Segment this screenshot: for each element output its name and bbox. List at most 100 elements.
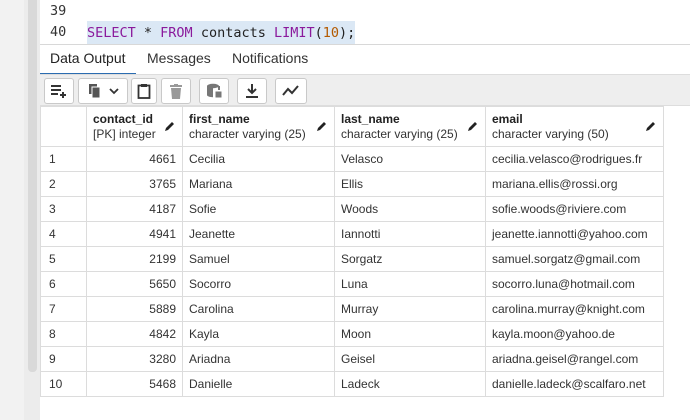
row-number[interactable]: 9 xyxy=(40,346,87,372)
keyword-from: FROM xyxy=(160,25,193,41)
cell-first-name[interactable]: Sofie xyxy=(182,196,335,222)
cell-contact-id[interactable]: 4187 xyxy=(86,196,183,222)
row-number[interactable]: 1 xyxy=(40,146,87,172)
cell-contact-id[interactable]: 5650 xyxy=(86,271,183,297)
row-number[interactable]: 10 xyxy=(40,371,87,397)
cell-email[interactable]: cecilia.velasco@rodrigues.fr xyxy=(485,146,664,172)
token-limit-value: 10 xyxy=(322,25,340,41)
table-row[interactable]: 2 3765 Mariana Ellis mariana.ellis@rossi.org xyxy=(40,171,664,197)
row-number[interactable]: 3 xyxy=(40,196,87,222)
line-number: 39 xyxy=(50,3,67,19)
cell-email[interactable]: sofie.woods@riviere.com xyxy=(485,196,664,222)
graph-visualiser-button[interactable] xyxy=(275,78,307,104)
cell-last-name[interactable]: Moon xyxy=(334,321,486,347)
graph-icon xyxy=(282,85,299,96)
download-icon xyxy=(246,84,258,98)
cell-first-name[interactable]: Samuel xyxy=(182,246,335,272)
add-row-button[interactable] xyxy=(44,78,74,104)
cell-last-name[interactable]: Geisel xyxy=(334,346,486,372)
column-header-first-name[interactable]: first_name character varying (25) xyxy=(182,106,335,147)
data-output-grid: contact_id [PK] integer first_name chara… xyxy=(40,106,664,397)
paste-button[interactable] xyxy=(131,78,157,104)
cell-first-name[interactable]: Kayla xyxy=(182,321,335,347)
row-number[interactable]: 2 xyxy=(40,171,87,197)
tab-data-output[interactable]: Data Output xyxy=(40,45,136,75)
dropdown-chevron-icon[interactable] xyxy=(109,87,119,95)
cell-contact-id[interactable]: 4941 xyxy=(86,221,183,247)
row-number[interactable]: 8 xyxy=(40,321,87,347)
cell-contact-id[interactable]: 2199 xyxy=(86,246,183,272)
code-line-40: 40 SELECT * FROM contacts LIMIT(10); xyxy=(40,21,690,45)
delete-button[interactable] xyxy=(161,78,191,104)
column-name: last_name xyxy=(341,111,400,126)
cell-email[interactable]: danielle.ladeck@scalfaro.net xyxy=(485,371,664,397)
pencil-icon[interactable] xyxy=(316,120,328,132)
cell-contact-id[interactable]: 3765 xyxy=(86,171,183,197)
code-line-39: 39 xyxy=(40,0,690,22)
row-number[interactable]: 6 xyxy=(40,271,87,297)
cell-contact-id[interactable]: 3280 xyxy=(86,346,183,372)
table-row[interactable]: 3 4187 Sofie Woods sofie.woods@riviere.com xyxy=(40,196,664,222)
cell-last-name[interactable]: Velasco xyxy=(334,146,486,172)
row-number[interactable]: 7 xyxy=(40,296,87,322)
cell-last-name[interactable]: Sorgatz xyxy=(334,246,486,272)
column-header-last-name[interactable]: last_name character varying (25) xyxy=(334,106,486,147)
cell-first-name[interactable]: Carolina xyxy=(182,296,335,322)
cell-last-name[interactable]: Murray xyxy=(334,296,486,322)
selected-query[interactable]: SELECT * FROM contacts LIMIT(10); xyxy=(87,21,356,45)
cell-last-name[interactable]: Ellis xyxy=(334,171,486,197)
cell-last-name[interactable]: Woods xyxy=(334,196,486,222)
delete-icon xyxy=(170,83,182,99)
sql-editor[interactable]: 39 40 SELECT * FROM contacts LIMIT(10); xyxy=(40,0,690,45)
download-button[interactable] xyxy=(237,78,267,104)
cell-contact-id[interactable]: 5889 xyxy=(86,296,183,322)
editor-scrollbar-thumb[interactable] xyxy=(28,0,37,372)
cell-first-name[interactable]: Cecilia xyxy=(182,146,335,172)
table-row[interactable]: 7 5889 Carolina Murray carolina.murray@knigh… xyxy=(40,296,664,322)
cell-contact-id[interactable]: 4842 xyxy=(86,321,183,347)
column-header-contact-id[interactable]: contact_id [PK] integer xyxy=(86,106,183,147)
column-header-email[interactable]: email character varying (50) xyxy=(485,106,664,147)
cell-email[interactable]: kayla.moon@yahoo.de xyxy=(485,321,664,347)
column-type: character varying (25) xyxy=(189,126,306,141)
table-row[interactable]: 6 5650 Socorro Luna socorro.luna@hotmail.com xyxy=(40,271,664,297)
cell-email[interactable]: carolina.murray@knight.com xyxy=(485,296,664,322)
table-row[interactable]: 8 4842 Kayla Moon kayla.moon@yahoo.de xyxy=(40,321,664,347)
save-data-button[interactable] xyxy=(199,78,229,104)
cell-first-name[interactable]: Mariana xyxy=(182,171,335,197)
cell-first-name[interactable]: Socorro xyxy=(182,271,335,297)
cell-last-name[interactable]: Iannotti xyxy=(334,221,486,247)
cell-first-name[interactable]: Ariadna xyxy=(182,346,335,372)
pencil-icon[interactable] xyxy=(467,120,479,132)
table-row[interactable]: 5 2199 Samuel Sorgatz samuel.sorgatz@gmail.c… xyxy=(40,246,664,272)
table-row[interactable]: 9 3280 Ariadna Geisel ariadna.geisel@rangel.… xyxy=(40,346,664,372)
row-number[interactable]: 5 xyxy=(40,246,87,272)
cell-last-name[interactable]: Luna xyxy=(334,271,486,297)
cell-first-name[interactable]: Jeanette xyxy=(182,221,335,247)
cell-first-name[interactable]: Danielle xyxy=(182,371,335,397)
column-name: first_name xyxy=(189,111,250,126)
cell-email[interactable]: socorro.luna@hotmail.com xyxy=(485,271,664,297)
cell-email[interactable]: jeanette.iannotti@yahoo.com xyxy=(485,221,664,247)
table-row[interactable]: 1 4661 Cecilia Velasco cecilia.velasco@rodri… xyxy=(40,146,664,172)
pencil-icon[interactable] xyxy=(645,120,657,132)
cell-contact-id[interactable]: 5468 xyxy=(86,371,183,397)
table-row[interactable]: 10 5468 Danielle Ladeck danielle.ladeck@scal… xyxy=(40,371,664,397)
tab-notifications[interactable]: Notifications xyxy=(222,45,318,75)
cell-email[interactable]: ariadna.geisel@rangel.com xyxy=(485,346,664,372)
tab-messages[interactable]: Messages xyxy=(137,45,221,75)
cell-last-name[interactable]: Ladeck xyxy=(334,371,486,397)
cell-email[interactable]: samuel.sorgatz@gmail.com xyxy=(485,246,664,272)
pencil-icon[interactable] xyxy=(164,120,176,132)
save-data-icon xyxy=(207,83,222,99)
cell-email[interactable]: mariana.ellis@rossi.org xyxy=(485,171,664,197)
row-number[interactable]: 4 xyxy=(40,221,87,247)
row-number-header[interactable] xyxy=(40,106,87,147)
table-row[interactable]: 4 4941 Jeanette Iannotti jeanette.iannotti@y… xyxy=(40,221,664,247)
token-table: contacts xyxy=(192,25,274,41)
cell-contact-id[interactable]: 4661 xyxy=(86,146,183,172)
column-name: email xyxy=(492,111,523,126)
copy-button[interactable] xyxy=(78,78,128,104)
paste-icon xyxy=(137,84,151,99)
line-number: 40 xyxy=(50,24,67,40)
